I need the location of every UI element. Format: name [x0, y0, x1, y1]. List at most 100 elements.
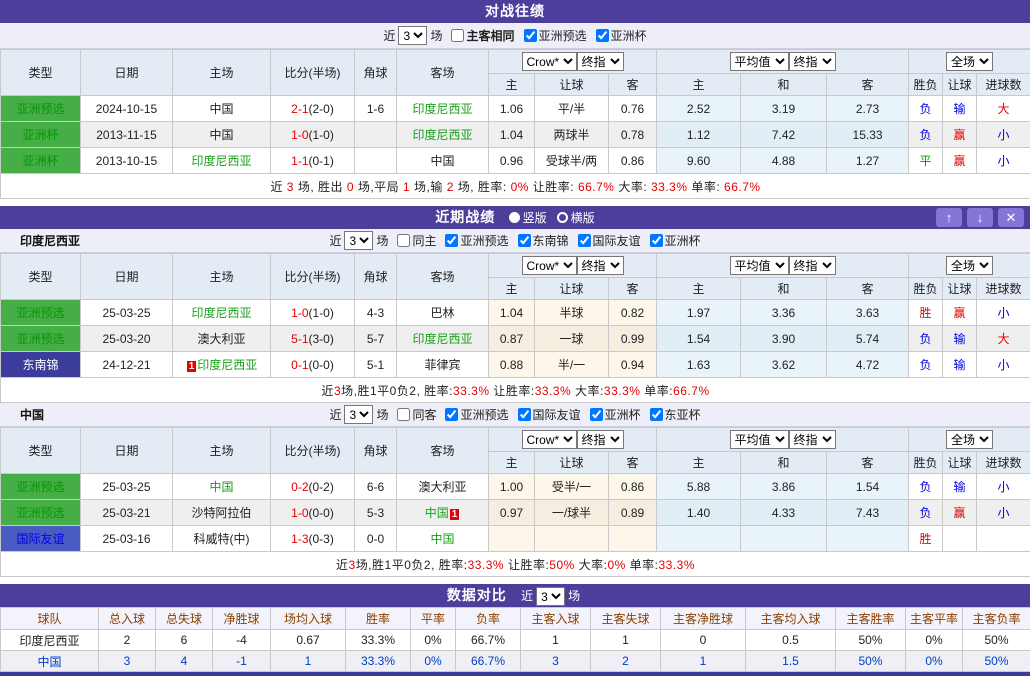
column-header: 主客负率	[963, 608, 1030, 630]
recent-games-select[interactable]: 3	[344, 231, 373, 250]
score-cell: 2-1(2-0)	[271, 96, 355, 122]
horizontal-layout-radio[interactable]	[557, 212, 568, 223]
team-name[interactable]: 印度尼西亚	[412, 102, 472, 116]
full-score: 1-0	[291, 128, 308, 142]
team-name[interactable]: 印度尼西亚	[191, 306, 251, 320]
team-name[interactable]: 印度尼西亚	[412, 128, 472, 142]
final-odds-select[interactable]: 终指	[789, 52, 836, 71]
match-type-cell: 亚洲预选	[1, 500, 81, 526]
checkbox-label: 东南锦	[533, 232, 569, 249]
team-name[interactable]: 澳大利亚	[197, 332, 245, 346]
summary-part: 33.3%	[604, 384, 641, 398]
league-checkbox[interactable]	[650, 408, 663, 421]
handicap-odds-cell: 1.06	[489, 96, 535, 122]
full-match-select[interactable]: 全场	[946, 256, 993, 275]
match-type-cell: 东南锦	[1, 352, 81, 378]
result-cell: 负	[909, 96, 943, 122]
checkbox-label: 亚洲杯	[611, 27, 647, 44]
away-team-cell: 印度尼西亚	[397, 96, 489, 122]
team-name[interactable]: 科威特(中)	[194, 532, 250, 546]
team-name[interactable]: 巴林	[430, 306, 454, 320]
recent-games-select[interactable]: 3	[344, 405, 373, 424]
league-checkbox[interactable]	[650, 234, 663, 247]
final-odds-select[interactable]: 终指	[577, 256, 624, 275]
final-odds-select[interactable]: 终指	[577, 430, 624, 449]
full-match-select[interactable]: 全场	[946, 52, 993, 71]
stat-cell: 0	[661, 630, 746, 651]
league-checkbox[interactable]	[596, 29, 609, 42]
move-up-button[interactable]: ↑	[936, 208, 962, 227]
team-name[interactable]: 印度尼西亚	[412, 332, 472, 346]
team-record-table-container: 类型日期主场比分(半场)角球客场Crow*终指平均值终指全场主让球客主和客胜负让…	[0, 427, 1030, 577]
home-team-cell: 印度尼西亚	[173, 300, 271, 326]
team-name[interactable]: 中国	[425, 506, 449, 520]
average-odds-cell: 3.19	[741, 96, 827, 122]
score-cell: 0-2(0-2)	[271, 474, 355, 500]
final-odds-select[interactable]: 终指	[577, 52, 624, 71]
away-team-cell: 印度尼西亚	[397, 326, 489, 352]
table-row: 亚洲预选25-03-20澳大利亚5-1(3-0)5-7印度尼西亚0.87一球0.…	[1, 326, 1030, 352]
full-match-select[interactable]: 全场	[946, 430, 993, 449]
stat-cell: 1	[271, 651, 346, 672]
average-select[interactable]: 平均值	[730, 52, 789, 71]
filter-prefix-label: 近	[329, 232, 341, 249]
move-down-button[interactable]: ↓	[967, 208, 993, 227]
league-checkbox[interactable]	[518, 234, 531, 247]
close-button[interactable]: ✕	[998, 208, 1024, 227]
corner-cell: 1-6	[355, 96, 397, 122]
corner-cell: 4-3	[355, 300, 397, 326]
team-name[interactable]: 中国	[209, 102, 233, 116]
column-header: 球队	[1, 608, 99, 630]
average-select[interactable]: 平均值	[730, 256, 789, 275]
team-name[interactable]: 印度尼西亚	[191, 154, 251, 168]
league-checkbox[interactable]	[524, 29, 537, 42]
team-name[interactable]: 菲律宾	[424, 358, 460, 372]
stat-cell: 50%	[963, 630, 1030, 651]
handicap-odds-cell: 1.04	[489, 300, 535, 326]
column-subheader: 进球数	[977, 278, 1030, 300]
vertical-layout-radio[interactable]	[509, 212, 520, 223]
table-row: 印度尼西亚26-40.6733.3%0%66.7%1100.550%0%50%	[1, 630, 1030, 651]
handicap-odds-cell: 平/半	[535, 96, 609, 122]
stat-cell: 50%	[836, 630, 906, 651]
column-header: 主客失球	[591, 608, 661, 630]
table-row: 亚洲预选25-03-25印度尼西亚1-0(1-0)4-3巴林1.04半球0.82…	[1, 300, 1030, 326]
final-odds-select[interactable]: 终指	[789, 430, 836, 449]
team-name[interactable]: 中国	[209, 480, 233, 494]
result-cell: 小	[977, 148, 1030, 174]
team-name[interactable]: 印度尼西亚	[19, 634, 79, 648]
league-checkbox[interactable]	[590, 408, 603, 421]
team-name[interactable]: 中国	[430, 154, 454, 168]
team-name[interactable]: 中国	[209, 128, 233, 142]
same-venue-checkbox[interactable]	[451, 29, 464, 42]
same-venue-checkbox[interactable]	[397, 408, 410, 421]
recent-games-select[interactable]: 3	[398, 26, 427, 45]
team-name[interactable]: 澳大利亚	[418, 480, 466, 494]
bookmaker-select[interactable]: Crow*	[522, 52, 577, 71]
summary-row: 近 3 场, 胜出 0 场,平局 1 场,输 2 场, 胜率: 0% 让胜率: …	[1, 174, 1030, 199]
compare-games-select[interactable]: 3	[536, 587, 565, 606]
average-select[interactable]: 平均值	[730, 430, 789, 449]
league-checkbox[interactable]	[445, 408, 458, 421]
bookmaker-select[interactable]: Crow*	[522, 430, 577, 449]
team-name[interactable]: 印度尼西亚	[197, 358, 257, 372]
league-checkbox[interactable]	[445, 234, 458, 247]
summary-part: 66.7%	[578, 180, 615, 194]
final-odds-select[interactable]: 终指	[789, 256, 836, 275]
result-cell: 赢	[943, 300, 977, 326]
average-odds-cell: 1.97	[657, 300, 741, 326]
match-type-cell: 亚洲杯	[1, 148, 81, 174]
team-name[interactable]: 中国	[430, 532, 454, 546]
average-odds-cell	[657, 526, 741, 552]
summary-part: 大率:	[571, 384, 604, 398]
team-name[interactable]: 沙特阿拉伯	[191, 506, 251, 520]
half-score: (2-0)	[309, 102, 334, 116]
bookmaker-select[interactable]: Crow*	[522, 256, 577, 275]
table-row: 亚洲杯2013-10-15印度尼西亚1-1(0-1)中国0.96受球半/两0.8…	[1, 148, 1030, 174]
stat-cell: 0%	[411, 651, 456, 672]
league-checkbox[interactable]	[518, 408, 531, 421]
team-name[interactable]: 中国	[37, 655, 61, 669]
same-venue-checkbox[interactable]	[397, 234, 410, 247]
league-checkbox[interactable]	[578, 234, 591, 247]
result-cell: 负	[909, 326, 943, 352]
